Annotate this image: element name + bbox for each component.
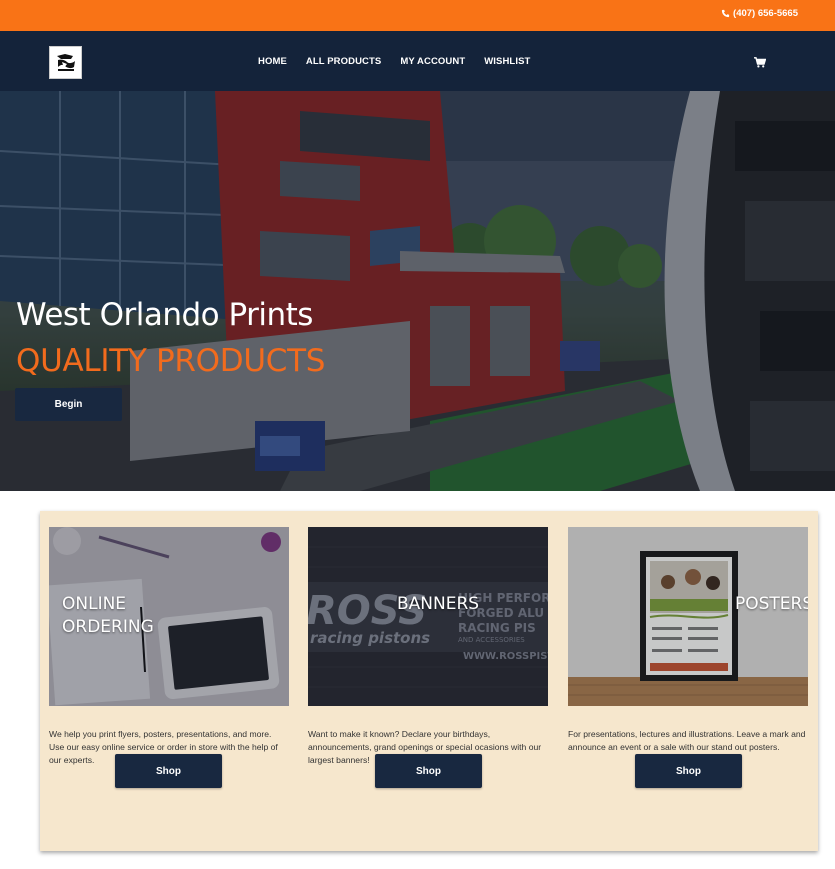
nav-wishlist[interactable]: WISHLIST — [484, 56, 530, 67]
posters-label: POSTERS — [735, 593, 808, 616]
online-ordering-label-line1: ONLINE — [62, 594, 127, 614]
phone-contact[interactable]: (407) 656-5665 — [721, 8, 798, 19]
online-ordering-image[interactable]: ONLINE ORDERING — [49, 527, 289, 706]
product-card-banners: ROSS racing pistons HIGH PERFOR FORGED A… — [308, 527, 548, 767]
shop-button-posters[interactable]: Shop — [635, 754, 742, 788]
posters-image[interactable]: POSTERS — [568, 527, 808, 706]
hero-overlay — [0, 91, 835, 491]
banners-label: BANNERS — [397, 593, 479, 616]
hero-subtitle: QUALITY PRODUCTS — [16, 343, 326, 379]
cart-icon[interactable] — [754, 57, 766, 68]
online-ordering-label: ONLINE ORDERING — [62, 593, 154, 639]
image-overlay — [308, 527, 548, 706]
product-card-posters: POSTERS For presentations, lectures and … — [568, 527, 808, 754]
phone-icon — [721, 9, 730, 18]
posters-label-line1: POSTERS — [735, 594, 808, 614]
shop-button-banners[interactable]: Shop — [375, 754, 482, 788]
hero-title: West Orlando Prints — [16, 297, 313, 333]
top-bar: (407) 656-5665 — [0, 0, 835, 31]
shop-button-online-ordering[interactable]: Shop — [115, 754, 222, 788]
logo-icon — [53, 52, 78, 73]
image-overlay — [568, 527, 808, 706]
nav-home[interactable]: HOME — [258, 56, 287, 67]
products-panel: ONLINE ORDERING We help you print flyers… — [40, 511, 818, 851]
site-logo[interactable] — [49, 46, 82, 79]
phone-number: (407) 656-5665 — [733, 8, 798, 19]
begin-button[interactable]: Begin — [15, 388, 122, 421]
nav-all-products[interactable]: ALL PRODUCTS — [306, 56, 381, 67]
banners-image[interactable]: ROSS racing pistons HIGH PERFOR FORGED A… — [308, 527, 548, 706]
nav-links: HOME ALL PRODUCTS MY ACCOUNT WISHLIST — [258, 56, 530, 67]
product-card-online-ordering: ONLINE ORDERING We help you print flyers… — [49, 527, 289, 767]
hero-banner: West Orlando Prints QUALITY PRODUCTS Beg… — [0, 91, 835, 491]
online-ordering-label-line2: ORDERING — [62, 617, 154, 637]
main-navigation: HOME ALL PRODUCTS MY ACCOUNT WISHLIST — [0, 31, 835, 91]
posters-description: For presentations, lectures and illustra… — [568, 729, 806, 752]
banners-label-line1: BANNERS — [397, 594, 480, 614]
nav-my-account[interactable]: MY ACCOUNT — [400, 56, 465, 67]
